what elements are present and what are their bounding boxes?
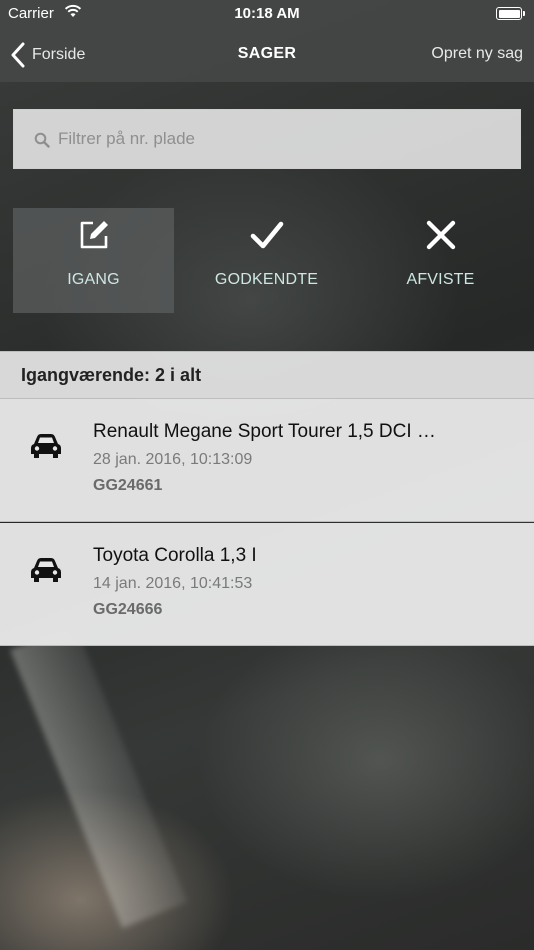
search-icon	[34, 132, 50, 148]
close-icon	[426, 220, 455, 250]
battery-icon	[496, 7, 525, 20]
tab-godkendte[interactable]: GODKENDTE	[186, 208, 347, 313]
license-plate: GG24666	[93, 601, 163, 618]
license-plate: GG24661	[93, 477, 163, 494]
search-field[interactable]	[13, 109, 521, 169]
list-header-label: Igangværende:	[21, 364, 151, 385]
tab-igang[interactable]: IGANG	[13, 208, 174, 313]
edit-icon	[80, 221, 108, 249]
case-date: 14 jan. 2016, 10:41:53	[93, 575, 253, 592]
car-icon	[31, 558, 61, 582]
vehicle-title: Renault Megane Sport Tourer 1,5 DCI …	[93, 421, 436, 442]
tab-label: AFVISTE	[406, 271, 475, 288]
checkmark-icon	[250, 221, 283, 249]
car-icon	[31, 434, 61, 458]
case-row[interactable]: Toyota Corolla 1,3 I 14 jan. 2016, 10:41…	[0, 523, 534, 646]
vehicle-title: Toyota Corolla 1,3 I	[93, 545, 257, 566]
create-case-button[interactable]: Opret ny sag	[431, 45, 523, 63]
navigation-bar: Forside SAGER Opret ny sag	[0, 28, 534, 82]
case-date: 28 jan. 2016, 10:13:09	[93, 451, 253, 468]
tab-label: IGANG	[67, 271, 120, 288]
clock: 10:18 AM	[234, 5, 300, 22]
search-input[interactable]	[58, 129, 498, 149]
tab-afviste[interactable]: AFVISTE	[360, 208, 521, 313]
list-header: Igangværende: 2 i alt	[0, 351, 534, 399]
case-row[interactable]: Renault Megane Sport Tourer 1,5 DCI … 28…	[0, 399, 534, 522]
tab-label: GODKENDTE	[214, 271, 319, 288]
status-bar: Carrier 10:18 AM	[0, 0, 534, 28]
battery-level	[498, 9, 520, 18]
status-tabs: IGANG GODKENDTE AFVISTE	[13, 208, 521, 313]
list-header-count: 2 i alt	[155, 364, 202, 385]
